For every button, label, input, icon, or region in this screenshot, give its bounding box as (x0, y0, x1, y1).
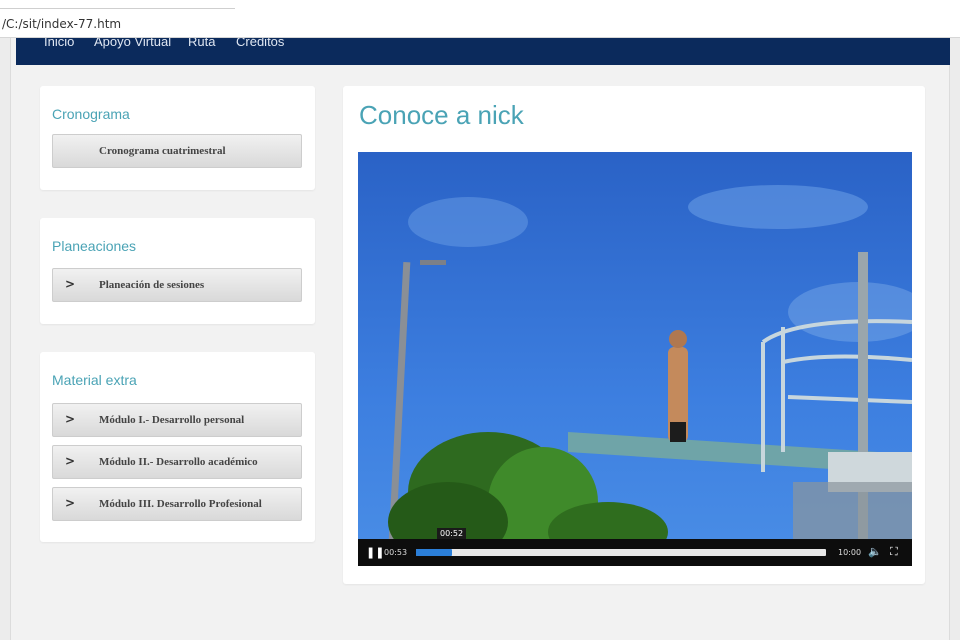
video-player[interactable]: ❚❚ 00:53 10:00 🔈 ⛶ (358, 152, 912, 566)
url-text[interactable]: /C:/sit/index-77.htm (2, 17, 121, 31)
browser-address-bar[interactable]: /C:/sit/index-77.htm (0, 0, 960, 38)
pause-icon[interactable]: ❚❚ (366, 546, 384, 559)
video-frame (358, 152, 912, 566)
nav-item-ruta[interactable]: Ruta (188, 38, 215, 49)
planeaciones-panel: Planeaciones > Planeación de sesiones (40, 218, 315, 324)
planeacion-sesiones-button[interactable]: > Planeación de sesiones (52, 268, 302, 302)
chevron-right-icon: > (65, 496, 76, 510)
cronograma-panel: Cronograma Cronograma cuatrimestral (40, 86, 315, 190)
button-label: Módulo I.- Desarrollo personal (99, 414, 245, 426)
chevron-right-icon: > (65, 454, 76, 468)
volume-icon[interactable]: 🔈 (868, 545, 882, 558)
fullscreen-icon[interactable]: ⛶ (890, 545, 898, 559)
button-label: Planeación de sesiones (99, 279, 205, 291)
video-controls: ❚❚ 00:53 10:00 🔈 ⛶ (358, 539, 912, 566)
duration: 10:00 (838, 548, 862, 557)
planeaciones-title: Planeaciones (52, 238, 137, 254)
page-title: Conoce a nick (359, 100, 524, 130)
cronograma-title: Cronograma (52, 106, 130, 122)
chevron-right-icon: > (65, 277, 76, 291)
modulo-1-button[interactable]: > Módulo I.- Desarrollo personal (52, 403, 302, 437)
button-label: Módulo III. Desarrollo Profesional (99, 498, 262, 510)
modulo-2-button[interactable]: > Módulo II.- Desarrollo académico (52, 445, 302, 479)
material-extra-panel: Material extra > Módulo I.- Desarrollo p… (40, 352, 315, 542)
button-label: Cronograma cuatrimestral (99, 145, 226, 157)
cronograma-cuatrimestral-button[interactable]: Cronograma cuatrimestral (52, 134, 302, 168)
button-label: Módulo II.- Desarrollo académico (99, 456, 258, 468)
current-time: 00:53 (384, 548, 408, 557)
time-tooltip: 00:52 (437, 528, 467, 539)
progress-fill (416, 549, 453, 556)
nav-item-apoyo-virtual[interactable]: Apoyo Virtual (94, 38, 171, 49)
material-extra-title: Material extra (52, 372, 137, 388)
modulo-3-button[interactable]: > Módulo III. Desarrollo Profesional (52, 487, 302, 521)
tab-strip-line (0, 8, 235, 9)
nav-item-inicio[interactable]: Inicio (44, 38, 74, 49)
nav-item-creditos[interactable]: Créditos (236, 38, 284, 49)
top-navigation: Inicio Apoyo Virtual Ruta Créditos (16, 38, 950, 65)
progress-bar[interactable] (416, 549, 826, 556)
chevron-right-icon: > (65, 412, 76, 426)
